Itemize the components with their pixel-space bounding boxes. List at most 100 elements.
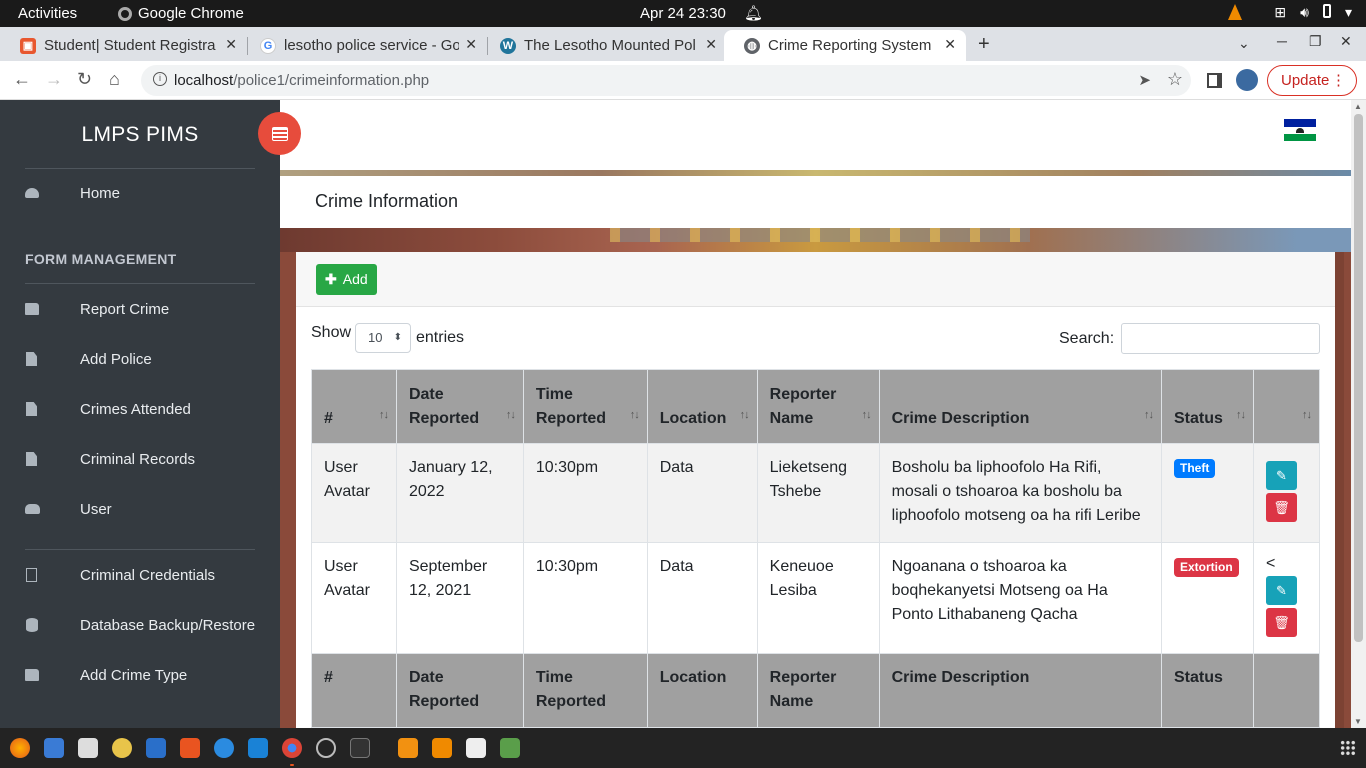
- edit-button[interactable]: ✎: [1265, 576, 1297, 605]
- delete-button[interactable]: 🗑︎: [1265, 493, 1297, 522]
- url-text[interactable]: localhost/police1/crimeinformation.php: [174, 72, 429, 89]
- scroll-up-icon[interactable]: ▲: [1354, 102, 1362, 111]
- column-header-status[interactable]: Status ↑↓: [1161, 369, 1254, 444]
- sidebar-item-crimes-attended[interactable]: Crimes Attended: [0, 399, 280, 423]
- profile-avatar[interactable]: [1236, 69, 1258, 91]
- footer-header-status: Status: [1161, 653, 1254, 728]
- column-header-time[interactable]: Time Reported ↑↓: [522, 369, 648, 444]
- forward-arrow-icon[interactable]: →: [45, 69, 63, 90]
- search-input[interactable]: [1121, 323, 1320, 354]
- date-cell: January 12, 2022: [395, 443, 524, 543]
- close-icon[interactable]: ✕: [465, 36, 477, 53]
- tab-lesotho-mounted-police[interactable]: W The Lesotho Mounted Pol ✕: [480, 30, 727, 61]
- database-icon: [26, 618, 38, 632]
- thunderbird-icon[interactable]: [44, 738, 64, 758]
- edit-icon: ✎: [1276, 583, 1287, 598]
- sidebar-toggle-button[interactable]: [258, 112, 301, 155]
- sort-icon: ↑↓: [378, 409, 389, 421]
- close-icon[interactable]: ✕: [705, 36, 717, 53]
- vlc-tray-icon[interactable]: [1228, 4, 1243, 20]
- system-tray[interactable]: ⊞ 🔊︎ ▾: [1228, 4, 1352, 21]
- activities-button[interactable]: Activities: [18, 5, 77, 22]
- table-row: User Avatar September 12, 2021 10:30pm D…: [311, 542, 1321, 654]
- chrome-icon[interactable]: [282, 738, 302, 758]
- home-icon[interactable]: ⌂: [109, 69, 120, 90]
- close-window-button[interactable]: ✕: [1340, 33, 1352, 50]
- firefox-icon[interactable]: [10, 738, 30, 758]
- xampp-icon[interactable]: [398, 738, 418, 758]
- files-icon[interactable]: [78, 738, 98, 758]
- description-cell: Ngoanana o tshoaroa ka boqhekanyetsi Mot…: [878, 542, 1163, 654]
- footer-header-time: Time Reported: [522, 653, 648, 728]
- tab-crime-reporting-system[interactable]: ◍ Crime Reporting System ✕: [724, 30, 966, 61]
- sidebar-section-header: FORM MANAGEMENT: [25, 251, 177, 267]
- volume-icon: 🔊︎: [1300, 4, 1309, 20]
- settings-icon[interactable]: [316, 738, 336, 758]
- folder-icon: [25, 669, 39, 681]
- page-scrollbar[interactable]: ▲ ▼: [1351, 100, 1366, 728]
- entries-length-select[interactable]: 10 ⬍: [355, 323, 411, 353]
- tab-search-chevron-icon[interactable]: ⌄: [1238, 35, 1250, 52]
- page-title: Crime Information: [315, 191, 459, 211]
- side-panel-icon[interactable]: [1207, 73, 1222, 88]
- column-header-location[interactable]: Location ↑↓: [646, 369, 758, 444]
- address-bar[interactable]: i localhost/police1/crimeinformation.php…: [141, 65, 1191, 96]
- vscode-icon[interactable]: [248, 738, 268, 758]
- scroll-down-icon[interactable]: ▼: [1354, 717, 1362, 726]
- close-icon[interactable]: ✕: [944, 36, 956, 53]
- software-icon[interactable]: [180, 738, 200, 758]
- reload-icon[interactable]: ↻: [77, 69, 92, 90]
- sidebar-item-home[interactable]: Home: [0, 183, 280, 207]
- scrollbar-thumb[interactable]: [1354, 114, 1363, 642]
- status-cell: Extortion: [1161, 542, 1254, 654]
- delete-button[interactable]: 🗑︎: [1265, 608, 1297, 637]
- tab-student-registration[interactable]: ▣ Student| Student Registra ✕: [0, 30, 247, 61]
- more-vert-icon[interactable]: ⋮: [1331, 66, 1346, 95]
- trash-icon: 🗑︎: [1273, 500, 1290, 515]
- reporter-cell: Lieketseng Tshebe: [756, 443, 880, 543]
- terminal-icon[interactable]: [350, 738, 370, 758]
- help-icon[interactable]: [214, 738, 234, 758]
- sidebar-item-criminal-records[interactable]: Criminal Records: [0, 449, 280, 473]
- actions-cell: ✎ 🗑︎: [1252, 443, 1321, 543]
- edit-button[interactable]: ✎: [1265, 461, 1297, 490]
- main-content: Crime Information ✚ Add Show 10 ⬍ entries…: [280, 100, 1351, 728]
- add-button[interactable]: ✚ Add: [316, 264, 377, 295]
- crime-table: # ↑↓ Date Reported ↑↓ Time Reported ↑↓ Loca…: [311, 369, 1321, 728]
- restore-button[interactable]: ❐: [1309, 33, 1322, 50]
- sort-icon: ↑↓: [861, 409, 872, 421]
- new-tab-button[interactable]: +: [978, 33, 990, 56]
- document-viewer-icon[interactable]: [466, 738, 486, 758]
- writer-icon[interactable]: [146, 738, 166, 758]
- tab-google-search[interactable]: G lesotho police service - Go ✕: [240, 30, 487, 61]
- sidebar-item-add-crime-type[interactable]: Add Crime Type: [0, 665, 280, 689]
- column-header-reporter[interactable]: Reporter Name ↑↓: [756, 369, 880, 444]
- show-apps-icon[interactable]: [1340, 740, 1356, 756]
- site-info-icon[interactable]: i: [153, 72, 167, 86]
- bookmark-star-icon[interactable]: ☆: [1167, 69, 1183, 90]
- minimize-button[interactable]: ─: [1277, 33, 1287, 49]
- column-header-actions[interactable]: ↑↓: [1252, 369, 1321, 444]
- rhythmbox-icon[interactable]: [112, 738, 132, 758]
- trash-icon[interactable]: [500, 738, 520, 758]
- clock[interactable]: Apr 24 23:30: [640, 5, 726, 22]
- vlc-icon[interactable]: [432, 738, 452, 758]
- status-badge: Extortion: [1174, 558, 1239, 577]
- send-tab-icon[interactable]: ➤: [1138, 71, 1151, 89]
- sidebar-item-user[interactable]: User: [0, 499, 280, 523]
- close-icon[interactable]: ✕: [225, 36, 237, 53]
- column-header-number[interactable]: # ↑↓: [311, 369, 397, 444]
- sidebar-item-add-police[interactable]: Add Police: [0, 349, 280, 373]
- avatar: User Avatar: [311, 542, 397, 654]
- column-header-date[interactable]: Date Reported ↑↓: [395, 369, 524, 444]
- sidebar: LMPS PIMS Home FORM MANAGEMENT Report Cr…: [0, 100, 280, 728]
- back-arrow-icon[interactable]: ←: [13, 69, 31, 90]
- update-button[interactable]: Update ⋮: [1267, 65, 1357, 96]
- sidebar-item-report-crime[interactable]: Report Crime: [0, 299, 280, 323]
- brand-title[interactable]: LMPS PIMS: [0, 123, 280, 147]
- time-cell: 10:30pm: [522, 443, 648, 543]
- sidebar-item-criminal-credentials[interactable]: Criminal Credentials: [0, 565, 280, 589]
- app-menu[interactable]: Google Chrome: [118, 5, 244, 22]
- column-header-description[interactable]: Crime Description ↑↓: [878, 369, 1163, 444]
- sidebar-item-database-backup[interactable]: Database Backup/Restore: [0, 615, 280, 639]
